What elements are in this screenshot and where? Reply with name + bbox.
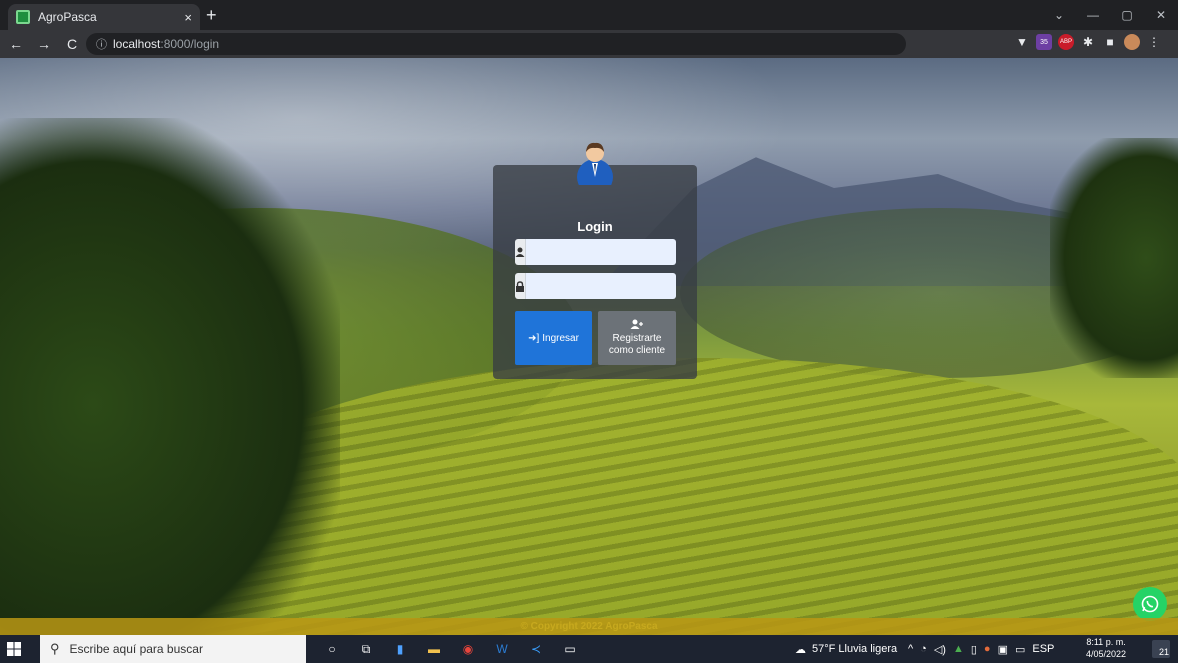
password-field — [515, 273, 676, 299]
tray-screen-icon[interactable]: ▣ — [998, 643, 1008, 656]
login-title: Login — [577, 219, 613, 234]
register-button-label-line2: como cliente — [608, 345, 666, 356]
sign-in-icon: ➜] — [528, 332, 540, 344]
tab-title: AgroPasca — [38, 10, 97, 24]
volume-icon[interactable]: ◁) — [934, 643, 946, 656]
extensions-puzzle-icon[interactable]: ✱ — [1080, 34, 1096, 50]
clock-time: 8:11 p. m. — [1086, 637, 1126, 647]
username-input[interactable] — [526, 239, 676, 265]
reload-icon[interactable]: C — [60, 36, 84, 52]
file-explorer-icon[interactable]: ▬ — [420, 638, 448, 660]
lock-icon — [515, 273, 526, 299]
password-input[interactable] — [526, 273, 676, 299]
copyright-footer: © Copyright 2022 AgroPasca — [0, 618, 1178, 635]
extension-badge-icon[interactable]: 35 — [1036, 34, 1052, 50]
close-window-button[interactable]: ✕ — [1144, 8, 1178, 22]
chrome-icon[interactable]: ◉ — [454, 638, 482, 660]
taskbar-clock[interactable]: 8:11 p. m. 4/05/2022 — [1086, 636, 1126, 660]
search-icon: ⚲ — [50, 641, 60, 656]
url-host: localhost — [113, 37, 161, 51]
taskbar-search-input[interactable]: ⚲ Escribe aquí para buscar — [40, 635, 306, 663]
search-placeholder: Escribe aquí para buscar — [69, 642, 203, 656]
login-page: Login ➜] Ingresar Registrarte como clien… — [0, 58, 1178, 635]
profile-avatar-icon[interactable] — [1124, 34, 1140, 50]
login-card: Login ➜] Ingresar Registrarte como clien… — [493, 142, 697, 379]
forward-icon[interactable]: → — [32, 36, 56, 52]
address-toolbar: ← → C ⓘ localhost:8000/login 文 🔍︎ ⇪ ☆ ▼ … — [0, 30, 1178, 80]
side-panel-icon[interactable]: ■ — [1102, 34, 1118, 50]
battery-icon[interactable]: ▯ — [971, 643, 977, 656]
notification-center-icon[interactable]: 21 — [1152, 640, 1170, 658]
word-icon[interactable]: W — [488, 638, 516, 660]
favicon-icon — [16, 10, 30, 24]
weather-widget[interactable]: ☁ 57°F Lluvia ligera — [795, 635, 897, 663]
whatsapp-icon — [1141, 595, 1159, 613]
browser-tab[interactable]: AgroPasca × — [8, 4, 200, 30]
windows-taskbar: ⚲ Escribe aquí para buscar ○ ⧉ ▮ ▬ ◉ W ≺… — [0, 635, 1178, 663]
new-tab-button[interactable]: + — [206, 5, 217, 26]
window-controls: ⌄ — ▢ ✕ — [1042, 0, 1178, 30]
weather-text: 57°F Lluvia ligera — [812, 643, 898, 655]
login-button[interactable]: ➜] Ingresar — [515, 311, 592, 365]
wifi-icon[interactable]: ◔ — [920, 643, 927, 655]
keyboard-icon[interactable]: ▭ — [1015, 643, 1025, 656]
windows-start-icon[interactable] — [0, 642, 28, 656]
menu-icon[interactable]: ⋮ — [1146, 34, 1162, 50]
cortana-icon[interactable]: ○ — [318, 638, 346, 660]
whatsapp-button[interactable] — [1133, 587, 1167, 621]
vscode-icon[interactable]: ≺ — [522, 638, 550, 660]
tab-close-icon[interactable]: × — [184, 10, 192, 25]
register-button-label-line1: Registrarte — [612, 333, 662, 344]
extension-icons: ▼ 35 ABP ✱ ■ ⋮ — [1014, 34, 1162, 50]
background-trees-right — [1050, 138, 1178, 378]
cloud-rain-icon: ☁ — [795, 643, 806, 656]
minimize-button[interactable]: — — [1076, 8, 1110, 22]
background-trees-left — [0, 118, 340, 635]
tab-search-icon[interactable]: ⌄ — [1042, 8, 1076, 22]
info-icon[interactable]: ⓘ — [96, 36, 107, 52]
url-path: :8000/login — [160, 37, 220, 51]
register-button[interactable]: Registrarte como cliente — [598, 311, 676, 365]
language-indicator[interactable]: ESP — [1032, 643, 1054, 655]
show-hidden-icons-icon[interactable]: ^ — [908, 643, 913, 655]
browser-tab-bar: AgroPasca × + ⌄ — ▢ ✕ — [0, 0, 1178, 30]
taskbar-apps: ○ ⧉ ▮ ▬ ◉ W ≺ ▭ — [318, 635, 584, 663]
login-button-label: Ingresar — [542, 332, 579, 344]
system-tray: ^ ◔ ◁) ▲ ▯ ● ▣ ▭ ESP — [908, 635, 1054, 663]
vue-devtools-icon[interactable]: ▼ — [1014, 34, 1030, 50]
terminal-icon[interactable]: ▭ — [556, 638, 584, 660]
app-icon-blue[interactable]: ▮ — [386, 638, 414, 660]
user-icon — [515, 239, 526, 265]
task-view-icon[interactable]: ⧉ — [352, 638, 380, 660]
tray-color-icon[interactable]: ● — [984, 643, 991, 655]
username-field — [515, 239, 676, 265]
clock-date: 4/05/2022 — [1086, 649, 1127, 659]
tray-app-icon[interactable]: ▲ — [953, 643, 964, 655]
user-plus-icon — [630, 319, 643, 329]
back-icon[interactable]: ← — [4, 36, 28, 52]
url-input[interactable]: ⓘ localhost:8000/login — [86, 33, 906, 55]
adblock-icon[interactable]: ABP — [1058, 34, 1074, 50]
maximize-button[interactable]: ▢ — [1110, 8, 1144, 22]
user-avatar-icon — [577, 142, 613, 185]
